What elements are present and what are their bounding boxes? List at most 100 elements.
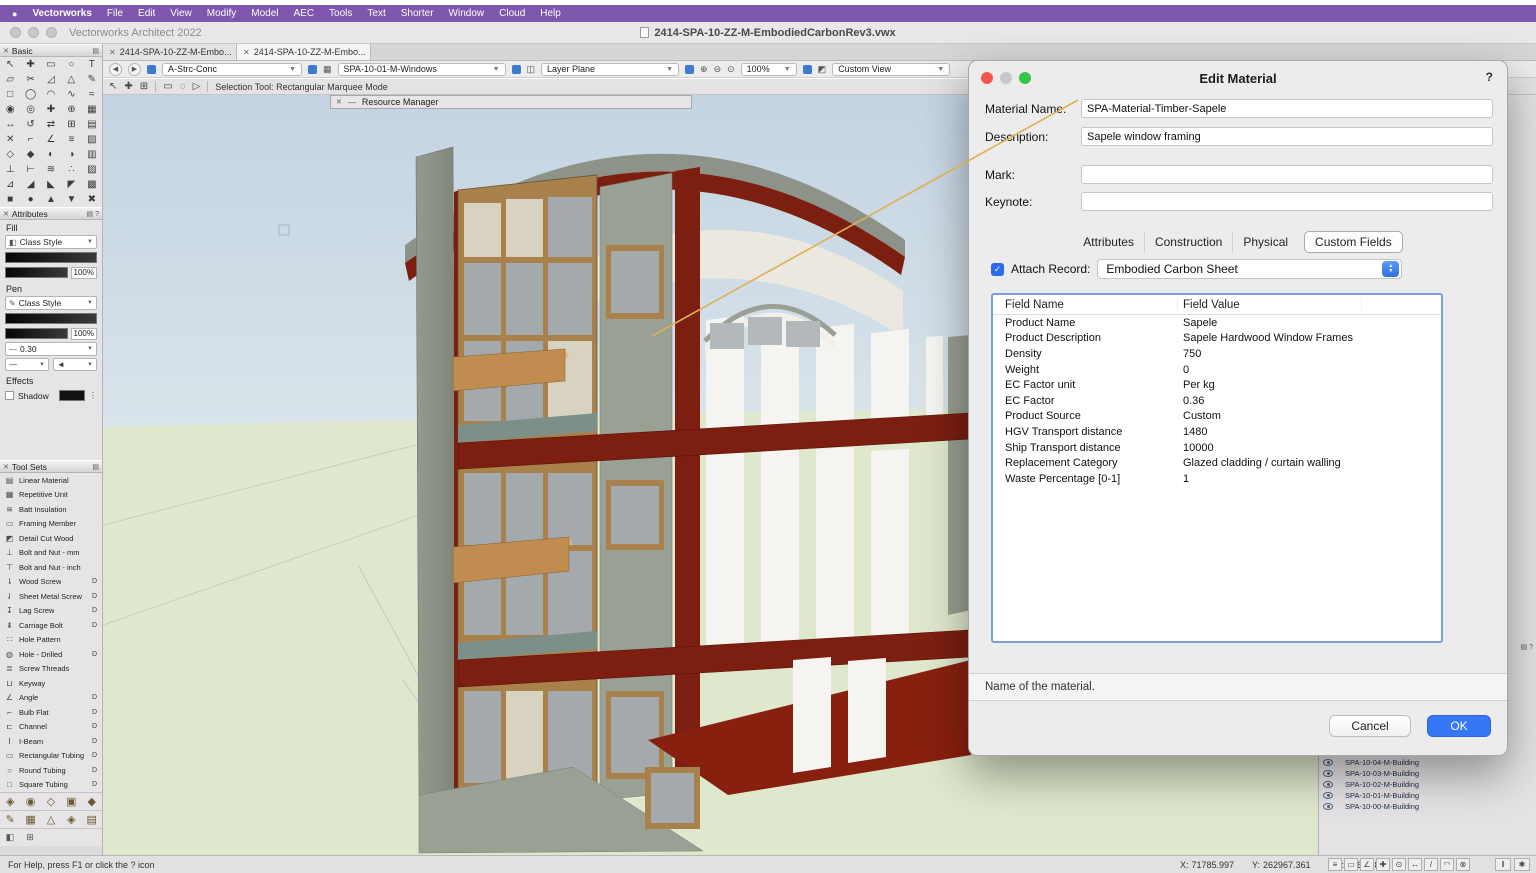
basic-tool-icon[interactable]: ≈ bbox=[82, 87, 102, 102]
apple-icon[interactable]: ● bbox=[12, 9, 17, 19]
shadow-checkbox[interactable] bbox=[5, 391, 14, 400]
toolset-item[interactable]: ◩ Detail Cut Wood bbox=[0, 531, 102, 546]
basic-tool-icon[interactable]: ⊿ bbox=[0, 177, 20, 192]
basic-tool-icon[interactable]: ◆ bbox=[20, 147, 40, 162]
layer-row[interactable]: SPA-10-03-M-Building bbox=[1319, 768, 1514, 779]
basic-tool-icon[interactable]: ■ bbox=[0, 192, 20, 207]
toolset-item[interactable]: ↧ Lag Screw D bbox=[0, 604, 102, 619]
selection-arrow-icon[interactable]: ↖ bbox=[109, 81, 117, 92]
tab-close-icon[interactable]: ✕ bbox=[243, 48, 250, 57]
toolset-item[interactable]: ≋ Batt Insulation bbox=[0, 502, 102, 517]
attributes-palette-header[interactable]: ✕ Attributes ▤ ? bbox=[0, 207, 102, 220]
view-options-icon[interactable] bbox=[803, 65, 812, 74]
basic-tool-icon[interactable]: ◇ bbox=[0, 147, 20, 162]
zoom-in-icon[interactable]: ⊕ bbox=[700, 64, 708, 75]
menu-item[interactable]: Text bbox=[367, 8, 385, 19]
basic-tool-icon[interactable]: ≡ bbox=[61, 132, 81, 147]
basic-tool-icon[interactable]: □ bbox=[0, 87, 20, 102]
basic-tool-icon[interactable]: ◉ bbox=[0, 102, 20, 117]
toolset-footer-icon[interactable]: ✎ bbox=[0, 811, 20, 828]
toolset-item[interactable]: ○ Round Tubing D bbox=[0, 763, 102, 778]
toolset-item[interactable]: ⌐ Bulb Flat D bbox=[0, 705, 102, 720]
tab-physical[interactable]: Physical bbox=[1232, 232, 1298, 252]
layer-row[interactable]: SPA-10-01-M-Building bbox=[1319, 790, 1514, 801]
close-button[interactable] bbox=[10, 27, 21, 38]
toolset-item[interactable]: ⇃ Sheet Metal Screw D bbox=[0, 589, 102, 604]
close-icon[interactable]: ✕ bbox=[336, 98, 342, 106]
basic-tool-icon[interactable]: ◎ bbox=[20, 102, 40, 117]
basic-tool-icon[interactable]: ▥ bbox=[82, 147, 102, 162]
basic-tool-icon[interactable]: ○ bbox=[61, 57, 81, 72]
material-name-input[interactable] bbox=[1081, 99, 1493, 118]
snap-toggle-icon[interactable]: ↔ bbox=[1408, 858, 1422, 871]
table-row[interactable]: Product Source Custom bbox=[993, 409, 1441, 425]
snap-toggle-icon[interactable]: ✚ bbox=[1376, 858, 1390, 871]
basic-tool-icon[interactable]: △ bbox=[61, 72, 81, 87]
snap-toggle-icon[interactable]: ∠ bbox=[1360, 858, 1374, 871]
basic-tool-icon[interactable]: ▩ bbox=[82, 177, 102, 192]
basic-tool-icon[interactable]: ▦ bbox=[82, 102, 102, 117]
snap-toggle-icon[interactable]: ⊗ bbox=[1456, 858, 1470, 871]
magnifier-icon[interactable]: ⊙ bbox=[727, 64, 735, 75]
basic-tool-icon[interactable]: ▱ bbox=[0, 72, 20, 87]
document-tab-2[interactable]: ✕ 2414-SPA-10-ZZ-M-Embo... bbox=[237, 44, 371, 60]
menu-item[interactable]: Help bbox=[540, 8, 561, 19]
statusbar-button-icon[interactable]: ✱ bbox=[1514, 858, 1530, 871]
back-button[interactable]: ◀ bbox=[109, 63, 122, 76]
basic-tool-icon[interactable]: ● bbox=[20, 192, 40, 207]
attach-record-checkbox[interactable]: ✓ bbox=[991, 263, 1004, 276]
toolset-footer-icon[interactable]: ◆ bbox=[82, 793, 102, 810]
ok-button[interactable]: OK bbox=[1427, 715, 1491, 737]
basic-tool-icon[interactable]: ↺ bbox=[20, 117, 40, 132]
snap-grid-icon[interactable]: ⊞ bbox=[140, 81, 148, 92]
minimize-button[interactable] bbox=[28, 27, 39, 38]
document-tab-1[interactable]: ✕ 2414-SPA-10-ZZ-M-Embo... bbox=[103, 44, 237, 60]
palette-menu-icon[interactable]: ▤ ? bbox=[87, 210, 99, 218]
basic-tool-icon[interactable]: ∴ bbox=[61, 162, 81, 177]
table-row[interactable]: HGV Transport distance 1480 bbox=[993, 424, 1441, 440]
active-plane-combo[interactable]: Layer Plane ▼ bbox=[541, 63, 679, 76]
keynote-input[interactable] bbox=[1081, 192, 1493, 211]
tab-attributes[interactable]: Attributes bbox=[1073, 232, 1144, 252]
view-cube-icon[interactable]: ◩ bbox=[818, 64, 827, 75]
close-icon[interactable]: ✕ bbox=[3, 463, 9, 471]
menu-item-vectorworks[interactable]: Vectorworks bbox=[32, 8, 91, 19]
basic-tool-icon[interactable]: ▤ bbox=[82, 117, 102, 132]
fill-style-combo[interactable]: ◧ Class Style ▼ bbox=[5, 235, 97, 249]
basic-tool-icon[interactable]: ⌐ bbox=[20, 132, 40, 147]
basic-tool-icon[interactable]: ▼ bbox=[61, 192, 81, 207]
visibility-eye-icon[interactable] bbox=[1323, 792, 1333, 799]
table-row[interactable]: Replacement Category Glazed cladding / c… bbox=[993, 455, 1441, 471]
shadow-color-swatch[interactable] bbox=[59, 390, 85, 401]
menu-item[interactable]: Tools bbox=[329, 8, 352, 19]
toolset-item[interactable]: ▭ Rectangular Tubing D bbox=[0, 749, 102, 764]
zoom-level-combo[interactable]: 100% ▼ bbox=[741, 63, 797, 76]
snap-toggle-icon[interactable]: ⊙ bbox=[1392, 858, 1406, 871]
menu-item[interactable]: Shorter bbox=[401, 8, 434, 19]
toolset-item[interactable]: ▭ Framing Member bbox=[0, 517, 102, 532]
basic-tool-icon[interactable]: ✚ bbox=[20, 57, 40, 72]
menu-item[interactable]: AEC bbox=[293, 8, 314, 19]
toolset-item[interactable]: ∷ Hole Pattern bbox=[0, 633, 102, 648]
basic-tool-icon[interactable]: ⊢ bbox=[20, 162, 40, 177]
basic-tool-icon[interactable]: ↔ bbox=[0, 117, 20, 132]
table-row[interactable]: EC Factor unit Per kg bbox=[993, 377, 1441, 393]
basic-tool-icon[interactable]: ∿ bbox=[61, 87, 81, 102]
toolset-item[interactable]: ⊤ Bolt and Nut - inch bbox=[0, 560, 102, 575]
toolset-footer-icon[interactable]: ▦ bbox=[20, 811, 40, 828]
dialog-close-button[interactable] bbox=[981, 72, 993, 84]
basic-tool-icon[interactable]: ↖ bbox=[0, 57, 20, 72]
toolset-footer-icon[interactable]: ◈ bbox=[61, 811, 81, 828]
basic-tool-icon[interactable]: ◯ bbox=[20, 87, 40, 102]
basic-palette-header[interactable]: ✕ Basic ▤ bbox=[0, 44, 102, 57]
tab-construction[interactable]: Construction bbox=[1144, 232, 1232, 252]
table-row[interactable]: EC Factor 0.36 bbox=[993, 393, 1441, 409]
toolset-footer-icon[interactable]: ◉ bbox=[20, 793, 40, 810]
palette-menu-icon[interactable]: ▤ bbox=[92, 463, 99, 471]
table-row[interactable]: Product Description Sapele Hardwood Wind… bbox=[993, 331, 1441, 347]
close-icon[interactable]: ✕ bbox=[3, 47, 9, 55]
snap-toggle-icon[interactable]: ≡ bbox=[1328, 858, 1342, 871]
toolset-footer-icon[interactable]: ⊞ bbox=[20, 829, 40, 846]
basic-tool-icon[interactable]: ▧ bbox=[82, 132, 102, 147]
basic-tool-icon[interactable]: ✂ bbox=[20, 72, 40, 87]
